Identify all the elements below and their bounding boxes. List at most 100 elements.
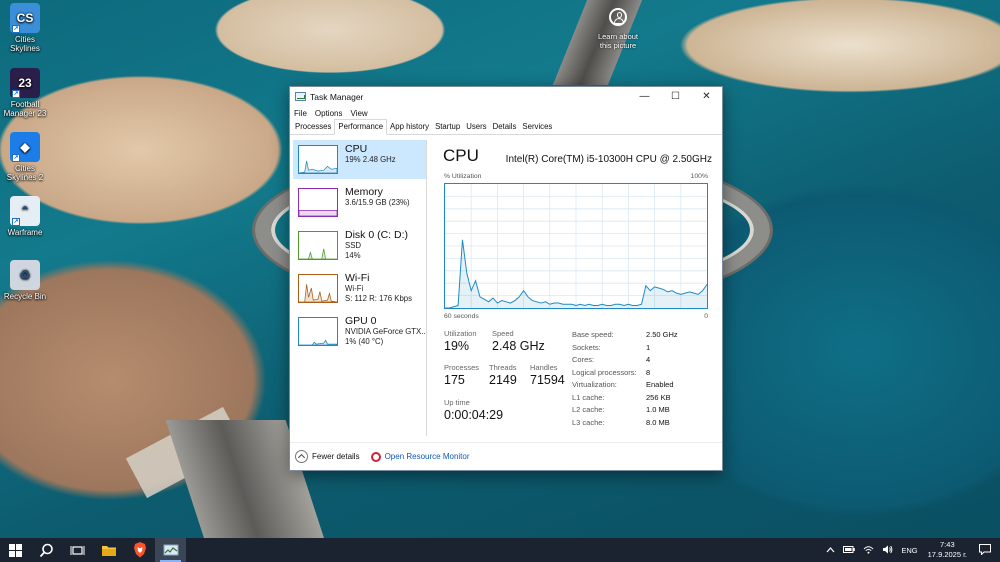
sidebar-item-detail: Wi-Fi: [345, 284, 364, 293]
sidebar-mini-graph: [298, 145, 338, 174]
minimize-button[interactable]: —: [629, 87, 660, 106]
task-view-icon: [70, 545, 85, 555]
sidebar-item-title: Disk 0 (C: D:): [345, 229, 408, 241]
shortcut-arrow-icon: ↗: [12, 90, 20, 98]
desktop-icon-label: Warframe: [7, 228, 43, 237]
sidebar-mini-graph: [298, 188, 338, 217]
desktop-icon-warframe[interactable]: ⌃ ↗ Warframe: [2, 196, 48, 237]
desktop-icon-label: Recycle Bin: [3, 292, 47, 301]
sidebar-item-gpu[interactable]: GPU 0 NVIDIA GeForce GTX... 1% (40 °C): [293, 312, 426, 351]
tab-processes[interactable]: Processes: [292, 120, 334, 134]
desktop-icon-glyph: 23: [18, 75, 32, 90]
cpu-property-value: Enabled: [646, 380, 674, 389]
tab-details[interactable]: Details: [490, 120, 520, 134]
cpu-property-key: Virtualization:: [572, 380, 617, 389]
tab-app-history[interactable]: App history: [387, 120, 432, 134]
graph-y-max: 100%: [690, 173, 708, 180]
cpu-property-key: L2 cache:: [572, 405, 605, 414]
tab-services[interactable]: Services: [519, 120, 555, 134]
sidebar-item-wi-fi[interactable]: Wi-Fi Wi-Fi S: 112 R: 176 Kbps: [293, 269, 426, 308]
sidebar-item-disk[interactable]: Disk 0 (C: D:) SSD 14%: [293, 226, 426, 265]
desktop-icon-glyph: CS: [16, 10, 34, 25]
cities-skylines-2-icon: ◆ ↗: [10, 132, 40, 162]
sidebar-item-text: Memory 3.6/15.9 GB (23%): [345, 186, 425, 208]
tab-startup[interactable]: Startup: [432, 120, 463, 134]
performance-panel: CPU 19% 2.48 GHz Memory 3.6/15.9 GB (23%) Di…: [290, 136, 722, 439]
network-icon[interactable]: [863, 545, 874, 556]
menu-file[interactable]: File: [294, 109, 307, 118]
desktop-icon-glyph: ◆: [20, 139, 30, 154]
chevron-up-icon[interactable]: [826, 546, 835, 555]
sidebar-item-detail: NVIDIA GeForce GTX...: [345, 327, 425, 336]
sidebar-item-title: Wi-Fi: [345, 272, 370, 284]
file-explorer-button[interactable]: [93, 538, 124, 562]
shortcut-arrow-icon: ↗: [12, 154, 20, 162]
recycle-bin-icon: ♻: [10, 260, 40, 290]
cpu-property-row: Sockets: 1: [572, 342, 678, 355]
stat-utilization-label: Utilization: [444, 329, 477, 338]
graph-x-label: 60 seconds: [444, 313, 479, 320]
title-bar[interactable]: Task Manager — ☐ ✕: [290, 87, 722, 106]
cpu-property-key: Logical processors:: [572, 367, 637, 377]
desktop-icon-glyph: ⌃: [19, 203, 31, 218]
taskbar: ENG 7:43 17.9.2025 г.: [0, 538, 1000, 562]
resource-monitor-icon: [370, 451, 381, 462]
sidebar-item-text: Wi-Fi Wi-Fi S: 112 R: 176 Kbps: [345, 272, 425, 304]
open-resource-monitor-link[interactable]: Open Resource Monitor: [370, 451, 470, 462]
close-button[interactable]: ✕: [691, 87, 722, 106]
start-button[interactable]: [0, 538, 31, 562]
window-title: Task Manager: [310, 91, 364, 102]
tab-users[interactable]: Users: [463, 120, 489, 134]
graph-x-min: 0: [704, 313, 708, 320]
task-manager-icon: [163, 544, 178, 555]
stat-handles-value: 71594: [530, 373, 565, 387]
cpu-detail-pane: CPU Intel(R) Core(TM) i5-10300H CPU @ 2.…: [433, 140, 718, 436]
cpu-property-key: Cores:: [572, 355, 595, 364]
desktop-icon-cities-skylines-2[interactable]: ◆ ↗ Cities Skylines 2: [2, 132, 48, 182]
sidebar-item-detail: SSD: [345, 241, 362, 250]
task-manager-app-icon: [295, 92, 306, 101]
warframe-icon: ⌃ ↗: [10, 196, 40, 226]
desktop-icon-recycle-bin[interactable]: ♻ Recycle Bin: [2, 260, 48, 301]
stat-processes-label: Processes: [444, 363, 480, 372]
sidebar-item-detail: 14%: [345, 251, 361, 260]
task-manager-taskbar-button[interactable]: [155, 538, 186, 562]
maximize-button[interactable]: ☐: [660, 87, 691, 106]
task-view-button[interactable]: [62, 538, 93, 562]
sidebar-item-cpu[interactable]: CPU 19% 2.48 GHz: [293, 140, 426, 179]
learn-about-picture[interactable]: Learn about this picture: [592, 8, 644, 50]
cpu-property-value: 8: [646, 367, 651, 377]
stat-processes-value: 175: [444, 373, 465, 387]
notifications-icon[interactable]: [979, 543, 991, 557]
desktop-icon-cities-skylines[interactable]: CS ↗ Cities Skylines: [2, 3, 48, 53]
cpu-property-value: 8.0 MB: [646, 417, 670, 427]
sidebar-item-memory[interactable]: Memory 3.6/15.9 GB (23%): [293, 183, 426, 222]
resource-list: CPU 19% 2.48 GHz Memory 3.6/15.9 GB (23%) Di…: [290, 140, 427, 436]
menu-options[interactable]: Options: [315, 109, 343, 118]
cpu-property-value: 1: [646, 342, 651, 352]
search-button[interactable]: [31, 538, 62, 562]
brave-browser-button[interactable]: [124, 538, 155, 562]
desktop-icon-football-manager-23[interactable]: 23 ↗ Football Manager 23: [2, 68, 48, 118]
chevron-up-icon[interactable]: [295, 450, 308, 463]
cpu-property-value: 2.50 GHz: [646, 330, 678, 339]
stat-speed-label: Speed: [492, 329, 514, 338]
menu-view[interactable]: View: [350, 109, 367, 118]
cpu-heading: CPU: [443, 146, 479, 165]
menu-bar: File Options View: [290, 106, 722, 120]
learn-about-picture-label: Learn about this picture: [597, 32, 639, 50]
battery-icon[interactable]: [843, 545, 856, 555]
input-language-indicator[interactable]: ENG: [901, 546, 917, 555]
fewer-details-link[interactable]: Fewer details: [312, 452, 360, 461]
desktop-icon-label: Football Manager 23: [3, 100, 47, 118]
sidebar-item-detail: S: 112 R: 176 Kbps: [345, 294, 413, 303]
cpu-property-row: L3 cache: 8.0 MB: [572, 417, 678, 430]
stat-threads: Threads 2149: [489, 363, 517, 387]
clock[interactable]: 7:43 17.9.2025 г.: [928, 540, 967, 560]
cpu-property-value: 256 KB: [646, 392, 671, 402]
cpu-utilization-chart: [445, 184, 707, 308]
volume-icon[interactable]: [882, 545, 893, 556]
stat-handles-label: Handles: [530, 363, 558, 372]
sidebar-item-detail: 19% 2.48 GHz: [345, 155, 396, 164]
tab-performance[interactable]: Performance: [334, 119, 388, 135]
